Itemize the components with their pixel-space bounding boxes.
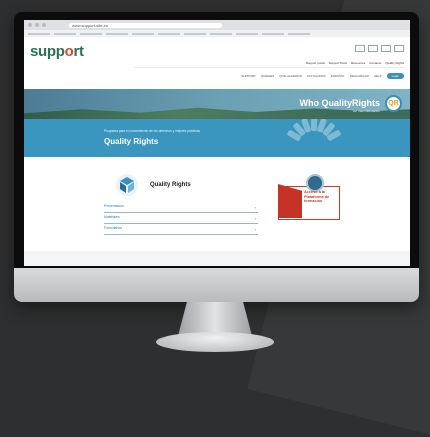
nav-item[interactable]: QUE HACEMOS [279,74,302,78]
forward-icon[interactable] [35,23,39,27]
site-header: support ⌕ Support portal Support Tools R… [24,37,410,89]
search-icon[interactable]: ⌕ [355,45,365,52]
monitor-chin [14,268,419,302]
site-logo[interactable]: support [30,43,84,60]
menu-icon[interactable] [394,45,404,52]
login-button[interactable]: Login [386,73,404,79]
utility-link[interactable]: Support portal [306,61,325,65]
nav-item[interactable]: ACTUALIDAD [307,74,326,78]
utility-link[interactable]: Contacto [369,61,381,65]
bookmark-item[interactable] [106,32,128,35]
hero-subtitle[interactable]: Ver más información [353,109,380,113]
hero-banner: Who QualityRights Ver más información QR [24,89,410,119]
user-icon[interactable] [381,45,391,52]
bookmarks-bar [24,30,410,37]
section-band: Programa para el conocimiento de los der… [24,119,410,157]
header-tools: ⌕ [355,45,404,52]
nav-item[interactable]: SUPPORT [241,74,255,78]
utility-link[interactable]: Resources [351,61,365,65]
band-caption: Programa para el conocimiento de los der… [104,129,201,133]
bookmark-item[interactable] [184,32,206,35]
utility-nav: Support portal Support Tools Resources C… [306,61,404,65]
card-link-label: Formularios [104,226,122,230]
decorative-fan-icon [279,119,349,157]
bookmark-item[interactable] [132,32,154,35]
card-title: Quality Rights [150,182,191,188]
browser-toolbar: www.support-site.eu [24,20,410,30]
card-link[interactable]: Formularios › [104,226,258,235]
nav-item[interactable]: ESPAÑOL [331,74,345,78]
content-area: Quality Rights Presentación › Materiales… [24,157,410,266]
chevron-right-icon: › [254,227,256,232]
monitor-stand-neck [178,302,252,336]
nav-item[interactable]: DESCARGAR [350,74,369,78]
bookmark-item[interactable] [80,32,102,35]
nav-item[interactable]: QUIENES [261,74,275,78]
address-bar[interactable]: www.support-site.eu [69,22,222,28]
bookmark-item[interactable] [288,32,310,35]
language-icon[interactable] [368,45,378,52]
card-link-label: Presentación [104,204,124,208]
page-footer-strip [24,251,410,266]
monitor-screen: www.support-site.eu support ⌕ Support po… [24,20,410,266]
quality-rights-card: Quality Rights Presentación › Materiales… [104,167,259,235]
bookmark-item[interactable] [236,32,258,35]
puzzle-icon [116,174,138,196]
promo-text: Acceso a la Plataforma de formación [304,190,330,204]
card-link-label: Materiales [104,215,120,219]
nav-item[interactable]: HELP [374,74,382,78]
header-divider [134,67,404,68]
band-title: Quality Rights [104,137,159,146]
card-link[interactable]: Materiales › [104,215,258,224]
utility-link[interactable]: Support Tools [329,61,347,65]
logo-part: rt [73,43,85,60]
bookmark-item[interactable] [158,32,180,35]
bookmark-item[interactable] [54,32,76,35]
main-nav: SUPPORT QUIENES QUE HACEMOS ACTUALIDAD E… [241,73,404,79]
hero-title: Who QualityRights [299,98,381,108]
bookmark-item[interactable] [262,32,284,35]
card-link[interactable]: Presentación › [104,204,258,213]
logo-part: supp [30,43,65,60]
training-platform-promo[interactable]: Acceso a la Plataforma de formación [278,174,340,220]
qualityrights-badge-icon: QR [385,95,402,112]
monitor-stand-base [156,332,274,352]
chevron-right-icon: › [254,205,256,210]
utility-link[interactable]: Quality Rights [385,61,404,65]
chevron-right-icon: › [254,216,256,221]
back-icon[interactable] [28,23,32,27]
reload-icon[interactable] [42,23,46,27]
bookmark-item[interactable] [210,32,232,35]
logo-part: o [64,43,74,60]
bookmark-item[interactable] [28,32,50,35]
